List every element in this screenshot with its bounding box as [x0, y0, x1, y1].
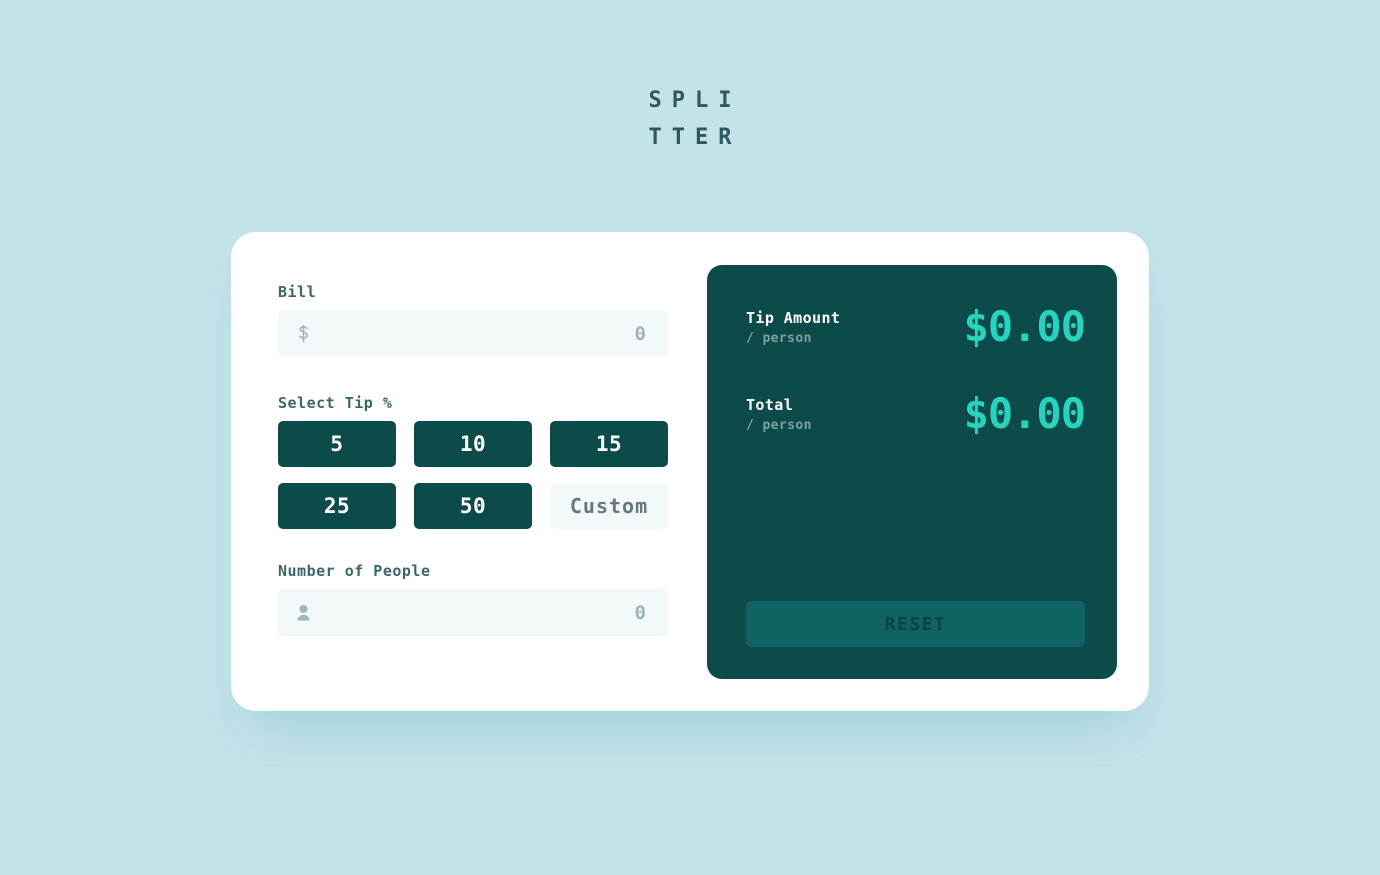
tip-amount-sublabel: / person	[746, 331, 812, 346]
tip-option-50[interactable]: 50	[414, 483, 532, 529]
logo-line-2: TTER	[648, 125, 742, 150]
bill-input[interactable]	[278, 310, 668, 357]
results-spacer	[746, 435, 1085, 601]
total-row: Total / person $0.00	[746, 389, 1086, 438]
total-labels: Total / person	[746, 395, 812, 433]
spacer-tip-people	[278, 529, 668, 562]
tip-option-15[interactable]: 15	[550, 421, 668, 467]
tip-option-25[interactable]: 25	[278, 483, 396, 529]
people-input-wrapper[interactable]	[278, 589, 668, 636]
tip-label: Select Tip %	[278, 394, 393, 412]
tip-custom-input[interactable]: Custom	[550, 483, 668, 529]
bill-label: Bill	[278, 283, 317, 301]
total-label: Total	[746, 396, 794, 414]
tip-amount-value: $0.00	[963, 302, 1086, 351]
input-column: Bill Select Tip % 5 10 15 25 50 Custom N…	[278, 265, 668, 679]
tip-options-grid: 5 10 15 25 50 Custom	[278, 421, 668, 529]
tip-option-5[interactable]: 5	[278, 421, 396, 467]
total-value: $0.00	[963, 389, 1086, 438]
total-sublabel: / person	[746, 418, 812, 433]
tip-amount-labels: Tip Amount / person	[746, 308, 840, 346]
app-logo: SPLI TTER	[0, 82, 1380, 156]
people-input[interactable]	[278, 589, 668, 636]
calculator-card: Bill Select Tip % 5 10 15 25 50 Custom N…	[231, 232, 1149, 711]
reset-button[interactable]: RESET	[746, 601, 1085, 647]
tip-amount-label: Tip Amount	[746, 309, 841, 327]
logo-line-1: SPLI	[648, 88, 742, 113]
results-panel: Tip Amount / person $0.00 Total / person…	[707, 265, 1117, 679]
people-label: Number of People	[278, 562, 431, 580]
spacer-bill-tip	[278, 357, 668, 394]
bill-input-wrapper[interactable]	[278, 310, 668, 357]
tip-option-10[interactable]: 10	[414, 421, 532, 467]
tip-amount-row: Tip Amount / person $0.00	[746, 302, 1086, 351]
